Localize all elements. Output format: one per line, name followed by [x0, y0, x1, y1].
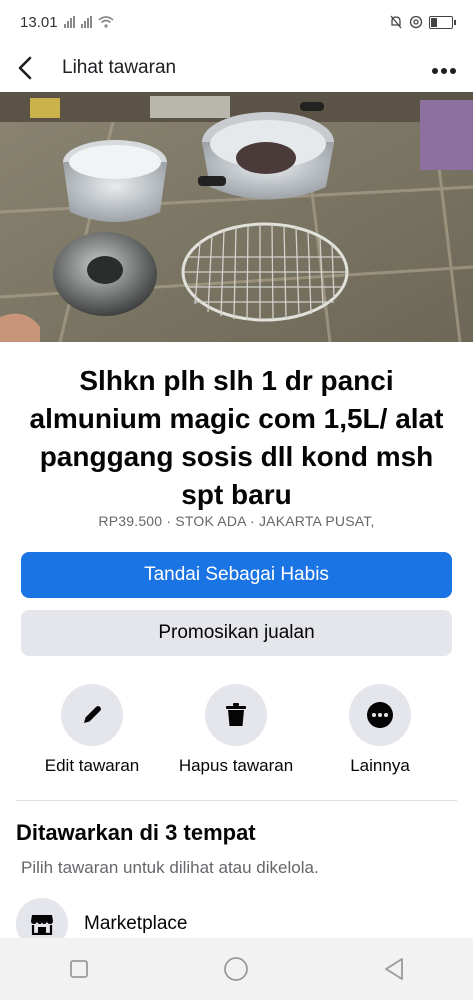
- status-left: 13.01: [20, 14, 114, 31]
- trash-icon: [226, 703, 246, 726]
- listing-actions: Edit tawaran Hapus tawaran Lainnya: [0, 684, 473, 784]
- triangle-back-icon: [385, 958, 404, 980]
- more-icon-circle: [349, 684, 411, 746]
- home-button[interactable]: [206, 949, 266, 989]
- signal-icon: [63, 16, 75, 28]
- battery-icon: [429, 15, 456, 29]
- more-horizontal-icon: [432, 68, 456, 74]
- listing-photo[interactable]: [0, 92, 473, 342]
- mark-sold-button[interactable]: Tandai Sebagai Habis: [21, 552, 452, 598]
- offered-item-marketplace[interactable]: Marketplace: [16, 896, 457, 950]
- storefront-icon: [31, 915, 53, 935]
- product-photo-illustration: [0, 92, 473, 342]
- system-back-button[interactable]: [364, 949, 424, 989]
- app-bar: Lihat tawaran: [0, 44, 473, 92]
- chevron-left-icon: [18, 56, 32, 80]
- page-title: Lihat tawaran: [62, 57, 177, 78]
- circle-icon: [224, 957, 249, 981]
- status-right: [389, 15, 456, 29]
- offered-section-subtitle: Pilih tawaran untuk dilihat atau dikelol…: [21, 858, 319, 877]
- delete-listing-label: Hapus tawaran: [178, 756, 294, 775]
- pencil-icon: [84, 706, 101, 723]
- section-divider: [16, 800, 457, 801]
- status-time: 13.01: [20, 13, 58, 31]
- recent-apps-button[interactable]: [49, 949, 109, 989]
- offered-section-title: Ditawarkan di 3 tempat: [16, 820, 256, 845]
- square-icon: [69, 960, 88, 978]
- offered-item-label: Marketplace: [84, 913, 188, 934]
- delete-icon-circle: [205, 684, 267, 746]
- wifi-icon: [98, 16, 114, 28]
- edit-listing-label: Edit tawaran: [44, 756, 140, 775]
- status-bar: 13.01: [0, 0, 473, 44]
- more-actions-label: Lainnya: [350, 756, 410, 775]
- more-actions-button[interactable]: Lainnya: [310, 684, 450, 776]
- promote-listing-button[interactable]: Promosikan jualan: [21, 610, 452, 656]
- more-options-button[interactable]: [431, 54, 457, 82]
- signal-icon-2: [80, 16, 92, 28]
- at-icon: [409, 15, 423, 29]
- system-nav-bar: [0, 938, 473, 1000]
- listing-meta: RP39.500 · STOK ADA · JAKARTA PUSAT,: [98, 513, 375, 529]
- delete-listing-button[interactable]: Hapus tawaran: [166, 684, 306, 776]
- edit-listing-button[interactable]: Edit tawaran: [22, 684, 162, 776]
- edit-icon-circle: [61, 684, 123, 746]
- listing-title: Slhkn plh slh 1 dr panci almunium magic …: [29, 365, 444, 510]
- bell-off-icon: [390, 15, 402, 29]
- more-icon: [367, 702, 393, 728]
- back-button[interactable]: [16, 48, 48, 88]
